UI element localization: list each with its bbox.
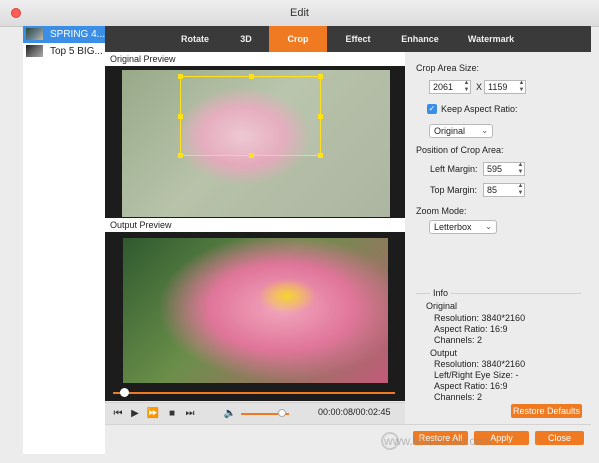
fast-forward-icon[interactable]: ⏩: [146, 407, 160, 421]
crop-handle[interactable]: [178, 74, 183, 79]
original-frame-image: [122, 70, 390, 217]
tab-watermark[interactable]: Watermark: [451, 26, 531, 52]
output-preview-label: Output Preview: [105, 218, 405, 232]
output-eye-size: Left/Right Eye Size: -: [434, 370, 519, 380]
zoom-mode-value: Letterbox: [434, 222, 472, 232]
left-margin-label: Left Margin:: [430, 164, 478, 174]
original-aspect-ratio: Aspect Ratio: 16:9: [434, 324, 508, 334]
previous-icon[interactable]: ⏮: [111, 407, 125, 421]
next-icon[interactable]: ⏭: [183, 407, 197, 421]
crop-height-stepper-icon[interactable]: ▲ ▼: [517, 80, 526, 94]
output-aspect-ratio: Aspect Ratio: 16:9: [434, 381, 508, 391]
original-preview-label: Original Preview: [105, 52, 405, 66]
playback-time: 00:00:08/00:02:45: [318, 407, 391, 417]
player-controls: ⏮ ▶ ⏩ ■ ⏭ 🔈 00:00:08/00:02:45: [105, 402, 405, 425]
left-margin-value: 595: [487, 164, 503, 174]
left-margin-field[interactable]: 595 ▲ ▼: [483, 162, 525, 176]
tab-effect[interactable]: Effect: [327, 26, 389, 52]
keep-aspect-ratio-checkbox[interactable]: ✓: [427, 104, 437, 114]
seek-track[interactable]: [113, 392, 395, 394]
seek-bar[interactable]: [105, 385, 405, 401]
seek-handle[interactable]: [120, 388, 130, 397]
crop-handle[interactable]: [178, 153, 183, 158]
tab-rotate[interactable]: Rotate: [167, 26, 223, 52]
tab-3d[interactable]: 3D: [223, 26, 269, 52]
crop-selection-box[interactable]: [178, 74, 323, 158]
crop-handle[interactable]: [318, 74, 323, 79]
tab-enhance[interactable]: Enhance: [389, 26, 451, 52]
original-channels: Channels: 2: [434, 335, 483, 345]
crop-handle[interactable]: [318, 153, 323, 158]
volume-icon[interactable]: 🔈: [223, 407, 237, 421]
title-bar: Edit: [0, 0, 599, 27]
file-list: SPRING 4... Top 5 BIG...: [23, 26, 106, 454]
info-section: Info Original Resolution: 3840*2160 Aspe…: [416, 288, 581, 404]
original-info-title: Original: [426, 301, 458, 311]
chevron-down-icon: ⌄: [481, 126, 488, 135]
original-resolution: Resolution: 3840*2160: [434, 313, 526, 323]
edit-window: Edit SPRING 4... Top 5 BIG... Rotate 3D …: [0, 0, 599, 463]
top-margin-field[interactable]: 85 ▲ ▼: [483, 183, 525, 197]
crop-handle[interactable]: [178, 114, 183, 119]
tab-crop[interactable]: Crop: [269, 26, 327, 52]
zoom-mode-select[interactable]: Letterbox ⌄: [429, 220, 497, 234]
crop-width-value: 2061: [433, 82, 454, 92]
play-icon[interactable]: ▶: [128, 407, 142, 421]
top-margin-stepper-icon[interactable]: ▲ ▼: [516, 183, 525, 197]
file-label: SPRING 4...: [50, 29, 106, 40]
output-preview: [105, 232, 405, 385]
crop-size-separator: X: [476, 82, 483, 92]
aspect-ratio-value: Original: [434, 126, 466, 136]
crop-area-size-label: Crop Area Size:: [416, 63, 480, 73]
crop-position-label: Position of Crop Area:: [416, 145, 504, 155]
edit-tabs: Rotate 3D Crop Effect Enhance Watermark: [105, 26, 591, 52]
original-preview: [105, 66, 405, 218]
keep-aspect-ratio-label: Keep Aspect Ratio:: [441, 104, 518, 114]
output-frame-image: [123, 238, 388, 383]
volume-handle[interactable]: [277, 409, 286, 417]
file-item[interactable]: Top 5 BIG...: [23, 43, 105, 60]
file-item[interactable]: SPRING 4...: [23, 26, 105, 43]
file-thumbnail: [26, 28, 43, 40]
chevron-down-icon: ⌄: [485, 222, 492, 231]
top-margin-label: Top Margin:: [430, 185, 478, 195]
file-label: Top 5 BIG...: [50, 46, 103, 57]
info-title: Info: [430, 288, 452, 298]
left-margin-stepper-icon[interactable]: ▲ ▼: [516, 162, 525, 176]
window-title: Edit: [290, 7, 309, 19]
crop-handle[interactable]: [249, 153, 254, 158]
zoom-mode-label: Zoom Mode:: [416, 206, 467, 216]
close-button[interactable]: Close: [535, 431, 584, 445]
restore-defaults-button[interactable]: Restore Defaults: [511, 404, 582, 418]
output-resolution: Resolution: 3840*2160: [434, 359, 526, 369]
top-margin-value: 85: [487, 185, 498, 195]
output-channels: Channels: 2: [434, 392, 483, 402]
crop-width-stepper-icon[interactable]: ▲ ▼: [462, 80, 471, 94]
output-info-title: Output: [430, 348, 458, 358]
stop-icon[interactable]: ■: [165, 407, 179, 421]
crop-handle[interactable]: [249, 74, 254, 79]
crop-height-value: 1159: [488, 82, 508, 92]
aspect-ratio-select[interactable]: Original ⌄: [429, 124, 493, 138]
watermark-text: www.MacDown.com: [384, 434, 493, 448]
file-thumbnail: [26, 45, 43, 57]
crop-handle[interactable]: [318, 114, 323, 119]
crop-width-field[interactable]: 2061 ▲ ▼: [429, 80, 471, 94]
crop-height-field[interactable]: 1159 ▲ ▼: [484, 80, 526, 94]
